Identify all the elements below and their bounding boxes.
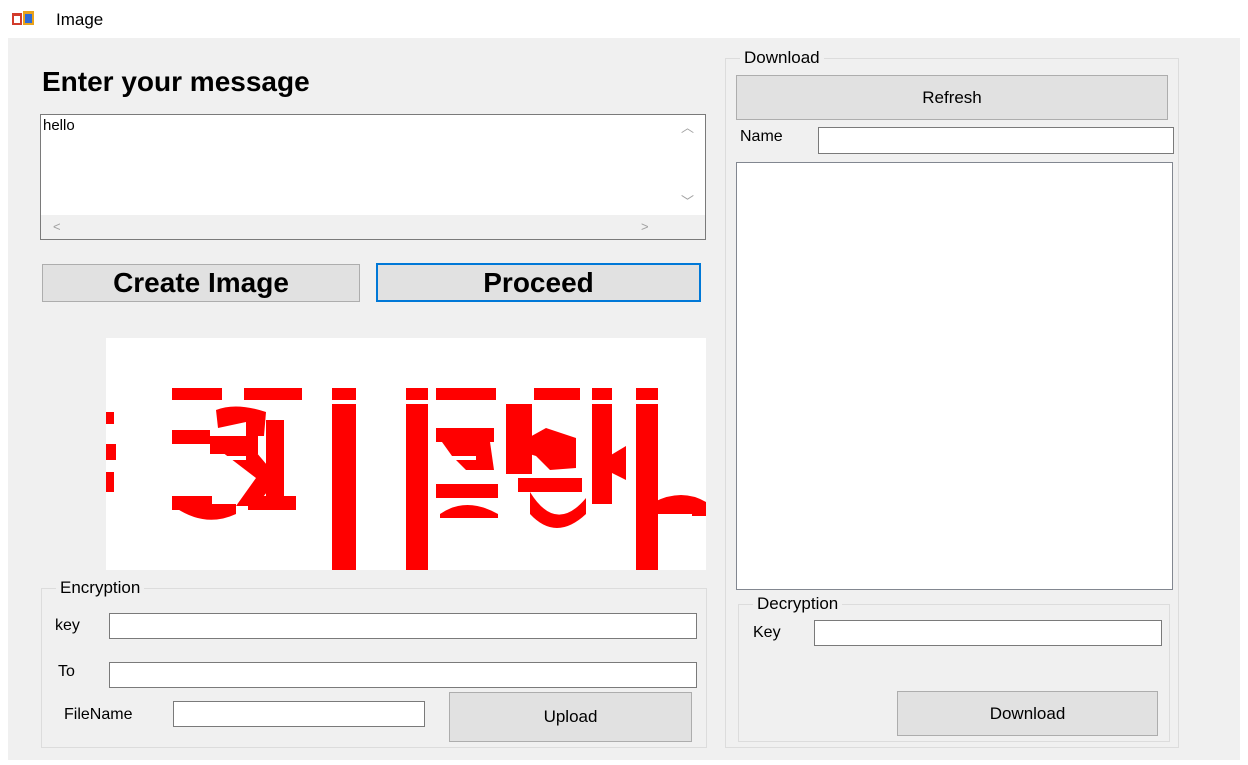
scroll-left-icon[interactable]: < (53, 220, 61, 233)
title-bar: Image (0, 0, 1248, 38)
generated-image-box (106, 338, 706, 570)
filename-input[interactable] (173, 701, 425, 727)
scroll-down-icon[interactable]: ﹀ (681, 195, 694, 208)
decryption-group-label: Decryption (753, 594, 843, 614)
message-textarea[interactable]: hello ︿ ﹀ < > (40, 114, 706, 240)
encryption-key-label: key (55, 617, 80, 634)
window-title: Image (56, 10, 104, 29)
horizontal-scrollbar[interactable]: < > (41, 215, 705, 239)
name-input[interactable] (818, 127, 1174, 154)
generated-message-image (106, 388, 706, 570)
to-label: To (58, 663, 75, 680)
encryption-group-label: Encryption (56, 578, 145, 598)
windows-form-icon (12, 11, 34, 25)
download-button[interactable]: Download (897, 691, 1158, 736)
form-client-area: Enter your message hello ︿ ﹀ < > Create … (8, 38, 1240, 760)
vertical-scrollbar[interactable]: ︿ ﹀ (669, 115, 705, 215)
message-heading: Enter your message (42, 66, 310, 97)
proceed-button[interactable]: Proceed (376, 263, 701, 302)
decryption-key-label: Key (753, 624, 781, 641)
create-image-button[interactable]: Create Image (42, 264, 360, 302)
message-text: hello (43, 117, 75, 134)
encryption-key-input[interactable] (109, 613, 697, 639)
download-group-label: Download (740, 48, 824, 68)
to-input[interactable] (109, 662, 697, 688)
refresh-button[interactable]: Refresh (736, 75, 1168, 120)
files-listbox[interactable] (736, 162, 1173, 590)
filename-label: FileName (64, 706, 133, 723)
scroll-up-icon[interactable]: ︿ (681, 121, 694, 134)
scroll-right-icon[interactable]: > (641, 220, 649, 233)
name-label: Name (740, 128, 783, 145)
upload-button[interactable]: Upload (449, 692, 692, 742)
decryption-key-input[interactable] (814, 620, 1162, 646)
app-window: Image Enter your message hello ︿ ﹀ < > C… (0, 0, 1248, 765)
